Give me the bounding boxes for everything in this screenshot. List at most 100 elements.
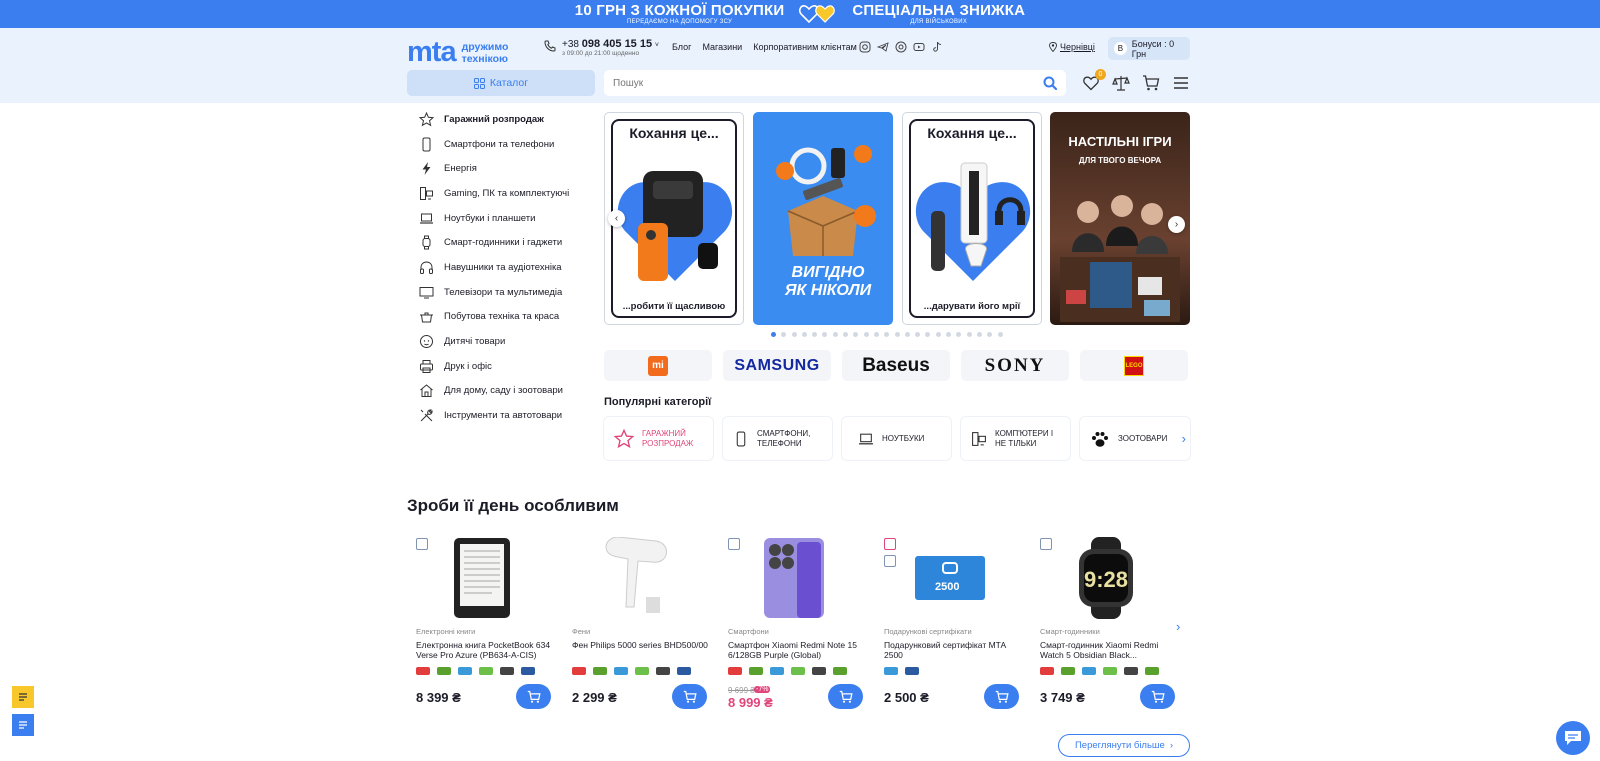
sidebar-item-gaming[interactable]: Gaming, ПК та комплектуючі bbox=[407, 181, 595, 206]
instagram-icon[interactable] bbox=[859, 41, 871, 53]
discount-badge: -7% bbox=[754, 686, 771, 693]
add-to-cart-button[interactable] bbox=[1140, 684, 1175, 709]
sidebar-item-home-garden[interactable]: Для дому, саду і зоотовари bbox=[407, 379, 595, 404]
threads-icon[interactable] bbox=[895, 41, 907, 53]
sidebar-item-kids[interactable]: Дитячі товари bbox=[407, 329, 595, 354]
youtube-icon[interactable] bbox=[913, 41, 925, 53]
carousel-dot[interactable] bbox=[925, 332, 931, 337]
phone-block[interactable]: +38 098 405 15 15 ˅ з 09:00 до 21:00 щод… bbox=[544, 38, 659, 57]
search-icon[interactable] bbox=[1043, 76, 1057, 90]
gift-icon bbox=[884, 538, 896, 550]
popcat-garage-sale[interactable]: Гаражний розпродаж bbox=[604, 417, 713, 460]
carousel-dot[interactable] bbox=[873, 332, 879, 337]
sidebar-item-laptops[interactable]: Ноутбуки і планшети bbox=[407, 206, 595, 231]
cart-icon bbox=[527, 690, 541, 703]
menu-button[interactable] bbox=[1172, 74, 1190, 92]
products-next-icon[interactable]: › bbox=[1176, 619, 1180, 634]
compare-icon[interactable] bbox=[1040, 538, 1052, 550]
brand-xiaomi[interactable]: mi bbox=[604, 350, 712, 381]
sidebar-item-print-office[interactable]: Друк і офіс bbox=[407, 354, 595, 379]
popcat-computers[interactable]: Комп'ютери і не тільки bbox=[961, 417, 1070, 460]
brand-baseus[interactable]: Baseus bbox=[842, 350, 950, 381]
nav-corporate[interactable]: Корпоративним клієнтам bbox=[753, 42, 857, 52]
banner-love-1[interactable]: Кохання це... ...робити її щасливою bbox=[604, 112, 744, 325]
product-card[interactable]: 9:28 Смарт-годинники Смарт-годинник Xiao… bbox=[1031, 527, 1181, 727]
tiktok-icon[interactable] bbox=[931, 41, 943, 53]
carousel-prev-button[interactable]: ‹ bbox=[608, 210, 625, 227]
compare-icon[interactable] bbox=[728, 538, 740, 550]
chevron-right-icon[interactable]: › bbox=[1182, 432, 1186, 445]
carousel-dot[interactable] bbox=[904, 332, 910, 337]
smartphone-icon bbox=[422, 137, 431, 152]
carousel-dot[interactable] bbox=[935, 332, 941, 337]
bonus-button[interactable]: B Бонуси : 0 Грн bbox=[1108, 37, 1190, 60]
nav-stores[interactable]: Магазини bbox=[702, 42, 742, 52]
sidebar-item-appliances[interactable]: Побутова техніка та краса bbox=[407, 305, 595, 330]
brand-lego[interactable]: LEGO bbox=[1080, 350, 1188, 381]
catalog-button[interactable]: Каталог bbox=[407, 70, 595, 96]
carousel-dot[interactable] bbox=[812, 332, 818, 337]
carousel-dot[interactable] bbox=[915, 332, 921, 337]
board-games-image bbox=[1060, 195, 1180, 322]
view-more-button[interactable]: Переглянути більше › bbox=[1058, 734, 1190, 757]
popular-categories: Гаражний розпродаж Смартфони, телефони Н… bbox=[604, 417, 1190, 460]
carousel-dot[interactable] bbox=[956, 332, 962, 337]
product-card[interactable]: Електронні книги Електронна книга Pocket… bbox=[407, 527, 557, 727]
compare-icon[interactable] bbox=[884, 555, 896, 567]
sidebar-item-smartphones[interactable]: Смартфони та телефони bbox=[407, 132, 595, 157]
carousel-dot[interactable] bbox=[822, 332, 828, 337]
popcat-smartphones[interactable]: Смартфони, телефони bbox=[723, 417, 832, 460]
product-card[interactable]: 2500 Подарункові сертифікати Подарункови… bbox=[875, 527, 1025, 727]
add-to-cart-button[interactable] bbox=[984, 684, 1019, 709]
sidebar-item-tv[interactable]: Телевізори та мультимедіа bbox=[407, 280, 595, 305]
carousel-dot[interactable] bbox=[771, 332, 776, 337]
carousel-dot[interactable] bbox=[863, 332, 869, 337]
sidebar-item-headphones[interactable]: Навушники та аудіотехніка bbox=[407, 255, 595, 280]
carousel-dot[interactable] bbox=[976, 332, 982, 337]
carousel-dot[interactable] bbox=[791, 332, 797, 337]
carousel-dot[interactable] bbox=[832, 332, 838, 337]
chat-button[interactable] bbox=[1556, 721, 1590, 755]
carousel-dot[interactable] bbox=[966, 332, 972, 337]
promo-banner[interactable]: 10 ГРН З КОЖНОЇ ПОКУПКИ ПЕРЕДАЄМО НА ДОП… bbox=[0, 0, 1600, 28]
brand-samsung[interactable]: SAMSUNG bbox=[723, 350, 831, 381]
banner-garage-sale[interactable]: ВИГІДНО ЯК НІКОЛИ bbox=[753, 112, 893, 325]
product-carousel: Електронні книги Електронна книга Pocket… bbox=[407, 527, 1190, 727]
sidebar-item-energy[interactable]: Енергія bbox=[407, 156, 595, 181]
compare-button[interactable] bbox=[1112, 74, 1130, 92]
popcat-pets[interactable]: Зоотовари › bbox=[1080, 417, 1190, 460]
banner-carousel: Кохання це... ...робити її щасливою ВИГІ… bbox=[604, 112, 1190, 325]
banner-love-2[interactable]: Кохання це... ...дарувати його мрії bbox=[902, 112, 1042, 325]
sidebar-item-garage-sale[interactable]: Гаражний розпродаж bbox=[407, 107, 595, 132]
city-selector[interactable]: Чернівці bbox=[1049, 42, 1095, 52]
cart-button[interactable] bbox=[1142, 74, 1160, 92]
brand-sony[interactable]: SONY bbox=[961, 350, 1069, 381]
carousel-dot[interactable] bbox=[853, 332, 859, 337]
sidebar-item-smartwatches[interactable]: Смарт-годинники і гаджети bbox=[407, 230, 595, 255]
product-card[interactable]: Фени Фен Philips 5000 series BHD500/00 2… bbox=[563, 527, 713, 727]
star-icon bbox=[614, 428, 634, 448]
side-widget-yellow[interactable] bbox=[12, 686, 34, 708]
search-input[interactable] bbox=[613, 77, 1066, 89]
carousel-dot[interactable] bbox=[894, 332, 900, 337]
sidebar-item-tools[interactable]: Інструменти та автотовари bbox=[407, 403, 595, 428]
carousel-dot[interactable] bbox=[781, 332, 787, 337]
popcat-laptops[interactable]: Ноутбуки bbox=[842, 417, 951, 460]
telegram-icon[interactable] bbox=[877, 41, 889, 53]
nav-blog[interactable]: Блог bbox=[672, 42, 691, 52]
carousel-dot[interactable] bbox=[801, 332, 807, 337]
carousel-next-button[interactable]: › bbox=[1168, 216, 1185, 233]
logo[interactable]: mta дружимо технікою bbox=[407, 36, 508, 69]
favorites-button[interactable]: 0 bbox=[1082, 69, 1106, 92]
product-card[interactable]: Смартфони Смартфон Xiaomi Redmi Note 15 … bbox=[719, 527, 869, 727]
add-to-cart-button[interactable] bbox=[828, 684, 863, 709]
carousel-dot[interactable] bbox=[987, 332, 993, 337]
carousel-dot[interactable] bbox=[997, 332, 1003, 337]
side-widget-blue[interactable] bbox=[12, 714, 34, 736]
carousel-dot[interactable] bbox=[884, 332, 890, 337]
compare-icon[interactable] bbox=[416, 538, 428, 550]
carousel-dot[interactable] bbox=[843, 332, 849, 337]
add-to-cart-button[interactable] bbox=[516, 684, 551, 709]
carousel-dot[interactable] bbox=[946, 332, 952, 337]
add-to-cart-button[interactable] bbox=[672, 684, 707, 709]
